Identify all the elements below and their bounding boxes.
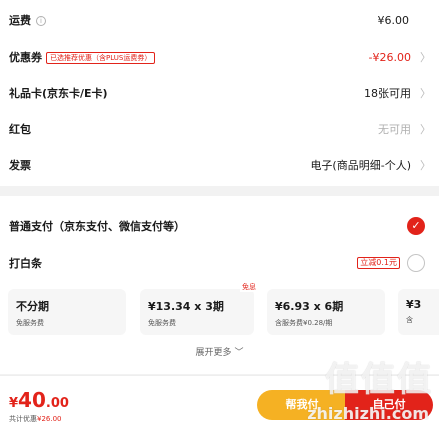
chevron-down-icon: ﹀ <box>234 348 244 358</box>
expand-more-label: 展开更多 <box>195 348 232 358</box>
baitiao-row[interactable]: 打白条 立减0.1元 <box>0 245 439 281</box>
chevron-right-icon: 〉 <box>420 123 431 136</box>
normal-pay-label: 普通支付（京东支付、微信支付等） <box>9 220 185 233</box>
plan-main: ¥3 <box>406 298 422 311</box>
coupon-label-wrap: 优惠券 已选推荐优惠（含PLUS运费券） <box>9 49 156 65</box>
plan-card[interactable]: 不分期 免服务费 <box>8 289 126 335</box>
shipping-row: 运费 i ¥6.00 <box>0 2 439 38</box>
info-icon[interactable]: i <box>36 16 46 26</box>
gift-card-value: 18张可用 <box>364 87 411 100</box>
red-packet-row[interactable]: 红包 无可用 〉 <box>0 111 439 147</box>
watermark-logo: 值值值 <box>325 360 433 400</box>
baitiao-label: 打白条 <box>9 257 42 270</box>
plan-badge: 免息 <box>240 282 258 292</box>
invoice-value: 电子(商品明细-个人) <box>310 159 411 172</box>
gift-card-row[interactable]: 礼品卡(京东卡/E卡) 18张可用 〉 <box>0 75 439 111</box>
plan-sub: 含服务费¥0.28/期 <box>275 319 333 327</box>
coupon-row[interactable]: 优惠券 已选推荐优惠（含PLUS运费券） -¥26.00 〉 <box>0 39 439 75</box>
chevron-right-icon: 〉 <box>420 51 431 64</box>
plan-card[interactable]: ¥6.93 x 6期 含服务费¥0.28/期 <box>267 289 385 335</box>
shipping-value: ¥6.00 <box>377 13 410 27</box>
plan-card[interactable]: ¥3 含 <box>398 289 439 335</box>
total-saved: 共计优惠¥26.00 <box>9 414 62 424</box>
shipping-label-wrap: 运费 i <box>9 12 46 28</box>
plan-card[interactable]: 免息 ¥13.34 x 3期 免服务费 <box>140 282 258 335</box>
saved-value: ¥26.00 <box>37 415 62 423</box>
gift-card-label: 礼品卡(京东卡/E卡) <box>9 87 108 100</box>
watermark-url: zhizhizhi.com <box>307 404 429 423</box>
baitiao-promo-badge: 立减0.1元 <box>357 257 400 269</box>
total-price: ¥40.00 <box>9 388 69 412</box>
coupon-label: 优惠券 <box>9 51 42 64</box>
check-circle-icon[interactable]: ✓ <box>407 217 425 235</box>
baitiao-radio[interactable] <box>407 254 425 272</box>
shipping-label: 运费 <box>9 14 31 27</box>
saved-label: 共计优惠 <box>9 415 37 423</box>
red-packet-label: 红包 <box>9 123 31 136</box>
chevron-right-icon: 〉 <box>420 159 431 172</box>
plan-main: ¥13.34 x 3期 <box>148 300 224 313</box>
normal-pay-row[interactable]: 普通支付（京东支付、微信支付等） ✓ <box>0 208 439 244</box>
currency-symbol: ¥ <box>9 396 19 411</box>
coupon-tag: 已选推荐优惠（含PLUS运费券） <box>46 52 156 64</box>
plan-sub: 含 <box>406 316 413 324</box>
plan-main: ¥6.93 x 6期 <box>275 300 344 313</box>
chevron-right-icon: 〉 <box>420 87 431 100</box>
invoice-row[interactable]: 发票 电子(商品明细-个人) 〉 <box>0 147 439 183</box>
plan-main: 不分期 <box>16 300 49 313</box>
total-dec: .00 <box>45 396 69 411</box>
invoice-label: 发票 <box>9 159 31 172</box>
plan-sub: 免服务费 <box>148 319 176 327</box>
plan-sub: 免服务费 <box>16 319 44 327</box>
coupon-value: -¥26.00 <box>368 50 411 64</box>
total-int: 40 <box>18 388 46 412</box>
fee-section: 运费 i ¥6.00 优惠券 已选推荐优惠（含PLUS运费券） -¥26.00 〉 … <box>0 0 439 186</box>
red-packet-value: 无可用 <box>378 123 411 136</box>
